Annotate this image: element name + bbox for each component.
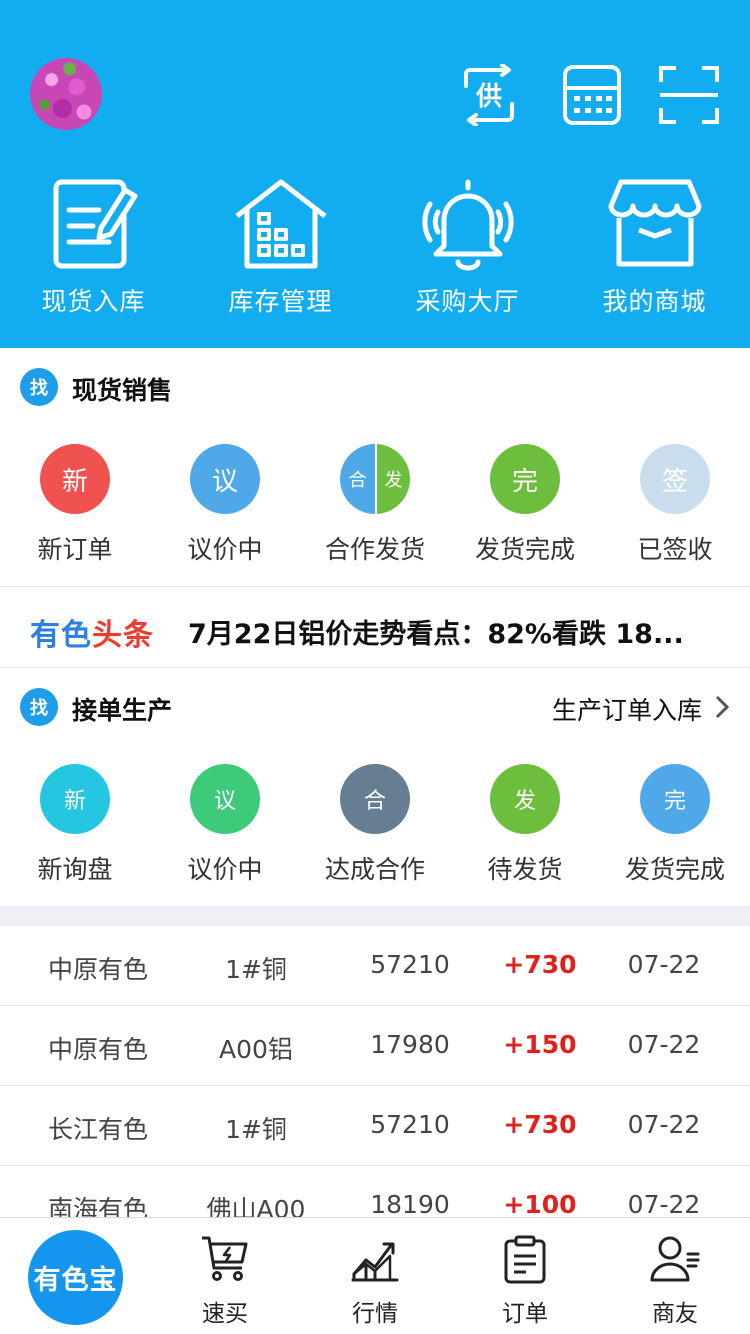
contacts-icon — [650, 1236, 700, 1282]
tab-label: 速买 — [202, 1301, 248, 1327]
store-icon — [608, 179, 701, 267]
find-badge: 找 — [20, 368, 58, 406]
product-name: A00铝 — [219, 1035, 293, 1064]
spot-sales-header: 找 现货销售 — [0, 358, 750, 418]
news-logo-part1: 有色 — [30, 618, 92, 653]
status-label: 议价中 — [187, 855, 263, 884]
section-separator — [0, 906, 750, 926]
status-label: 已签收 — [637, 535, 713, 564]
status-circle: 签 — [640, 444, 710, 514]
quick-action-label: 我的商城 — [602, 287, 707, 316]
status-label: 待发货 — [487, 855, 563, 884]
status-circle: 新 — [40, 444, 110, 514]
status-shipped[interactable]: 完 发货完成 — [600, 764, 750, 904]
status-circle: 发 — [490, 764, 560, 834]
market-name: 长江有色 — [47, 1115, 148, 1144]
tab-label: 订单 — [502, 1301, 548, 1327]
status-circle: 议 — [190, 444, 260, 514]
status-deal-reached[interactable]: 合 达成合作 — [300, 764, 450, 904]
status-label: 新订单 — [37, 535, 113, 564]
status-circle: 完 — [640, 764, 710, 834]
status-label: 合作发货 — [324, 535, 425, 564]
status-circle: 合 — [340, 764, 410, 834]
split-left: 合 — [340, 444, 375, 514]
status-new-inquiry[interactable]: 新 新询盘 — [0, 764, 150, 904]
status-circle: 新 — [40, 764, 110, 834]
trend-chart-icon — [351, 1242, 399, 1282]
quick-action-my-store[interactable]: 我的商城 — [561, 176, 748, 326]
news-text: 7月22日铝价走势看点：82%看跌 18... — [188, 619, 684, 650]
status-signed[interactable]: 签 已签收 — [600, 444, 750, 584]
tab-market[interactable]: 行情 — [300, 1218, 450, 1334]
divider — [0, 586, 750, 587]
tab-quick-buy[interactable]: 速买 — [150, 1218, 300, 1334]
quick-action-label: 库存管理 — [228, 287, 333, 316]
status-circle-split: 合 发 — [340, 444, 410, 514]
supply-char: 供 — [475, 82, 502, 112]
edit-document-icon — [53, 179, 137, 269]
calculator-icon[interactable] — [561, 64, 623, 126]
price-row[interactable]: 中原有色 A00铝 17980 +150 07-22 — [0, 1006, 750, 1086]
status-label: 发货完成 — [624, 855, 725, 884]
status-label: 新询盘 — [37, 855, 113, 884]
tab-home[interactable]: 有色宝 — [28, 1230, 123, 1325]
tab-orders[interactable]: 订单 — [450, 1218, 600, 1334]
tab-label: 行情 — [352, 1301, 398, 1327]
price-date: 07-22 — [627, 1110, 701, 1139]
warehouse-icon — [234, 179, 327, 269]
status-label: 议价中 — [187, 535, 263, 564]
status-shipped[interactable]: 完 发货完成 — [450, 444, 600, 584]
production-header: 找 接单生产 生产订单入库 — [0, 678, 750, 738]
quick-action-stock-in[interactable]: 现货入库 — [0, 176, 187, 326]
avatar[interactable] — [30, 58, 102, 130]
price-date: 07-22 — [627, 1030, 701, 1059]
supply-switch-icon[interactable]: 供 — [458, 63, 520, 127]
cart-icon — [202, 1236, 248, 1281]
quick-action-inventory[interactable]: 库存管理 — [187, 176, 374, 326]
header: 供 现货入库 库存管理 采购大厅 我的商城 — [0, 0, 750, 348]
price-date: 07-22 — [627, 1190, 701, 1219]
status-cooperative-shipping[interactable]: 合 发 合作发货 — [300, 444, 450, 584]
product-name: 1#铜 — [225, 955, 287, 984]
order-list-icon — [504, 1235, 546, 1284]
product-name: 1#铜 — [225, 1115, 287, 1144]
price-date: 07-22 — [627, 950, 701, 979]
status-label: 发货完成 — [474, 535, 575, 564]
status-negotiating[interactable]: 议 议价中 — [150, 444, 300, 584]
quick-action-purchase-hall[interactable]: 采购大厅 — [374, 176, 561, 326]
status-circle: 完 — [490, 444, 560, 514]
price-row[interactable]: 中原有色 1#铜 57210 +730 07-22 — [0, 926, 750, 1006]
bell-icon — [421, 179, 514, 271]
quick-action-label: 现货入库 — [41, 287, 146, 316]
status-negotiating[interactable]: 议 议价中 — [150, 764, 300, 904]
quick-action-label: 采购大厅 — [415, 287, 520, 316]
news-headline[interactable]: 有色头条 7月22日铝价走势看点：82%看跌 18... — [0, 588, 750, 668]
news-logo-part2: 头条 — [92, 618, 154, 653]
split-right: 发 — [375, 444, 410, 514]
news-logo: 有色头条 — [30, 610, 154, 654]
production-order-in-link[interactable]: 生产订单入库 — [552, 691, 702, 727]
section-title: 现货销售 — [72, 376, 173, 405]
divider — [0, 667, 750, 668]
tab-contacts[interactable]: 商友 — [600, 1218, 750, 1334]
tab-bar: 有色宝 速买 行情 订单 商友 — [0, 1217, 750, 1334]
status-circle: 议 — [190, 764, 260, 834]
market-name: 中原有色 — [47, 1035, 148, 1064]
tab-label: 商友 — [652, 1301, 698, 1327]
market-name: 中原有色 — [47, 955, 148, 984]
scan-icon[interactable] — [658, 64, 720, 126]
status-pending-shipment[interactable]: 发 待发货 — [450, 764, 600, 904]
status-new-order[interactable]: 新 新订单 — [0, 444, 150, 584]
status-label: 达成合作 — [324, 855, 425, 884]
chevron-right-icon[interactable] — [714, 694, 730, 720]
price-row[interactable]: 长江有色 1#铜 57210 +730 07-22 — [0, 1086, 750, 1166]
find-badge: 找 — [20, 688, 58, 726]
app-screen: 供 现货入库 库存管理 采购大厅 我的商城 找 现货销售 新 新订单 议 议价中… — [0, 0, 750, 1334]
section-title: 接单生产 — [72, 696, 173, 725]
